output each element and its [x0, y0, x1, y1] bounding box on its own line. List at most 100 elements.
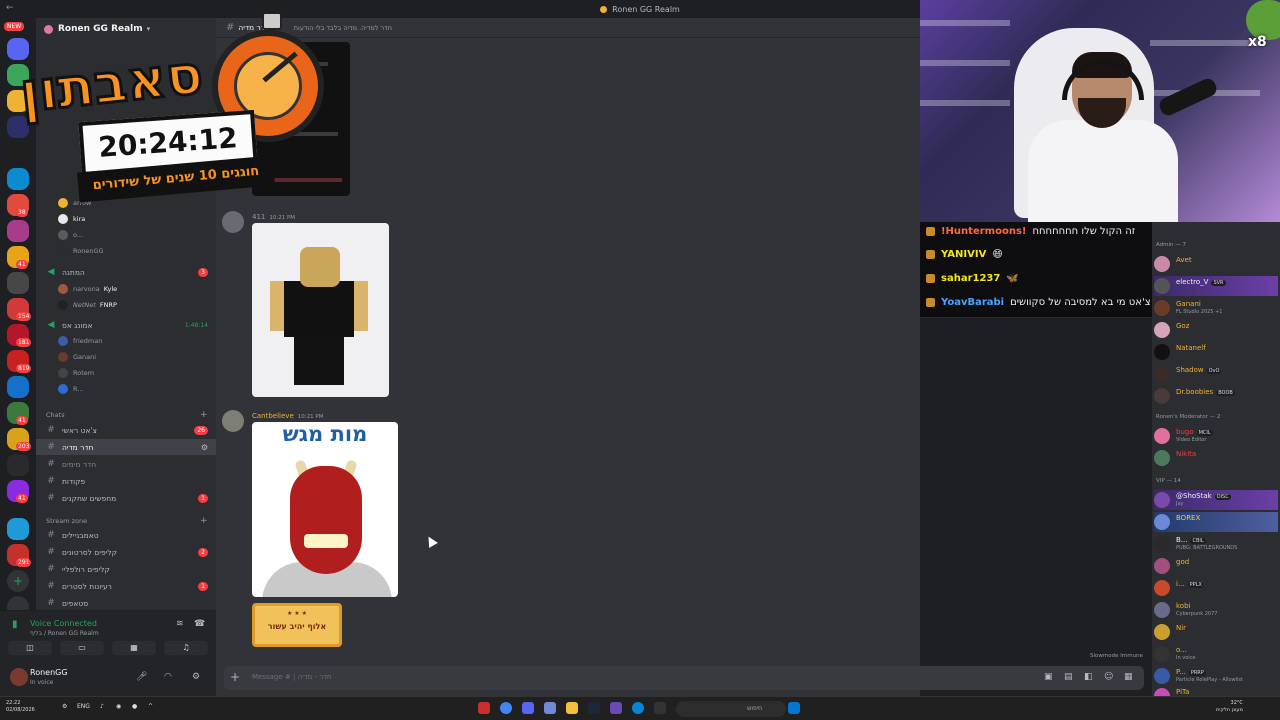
add-attachment-icon[interactable]: +: [230, 670, 240, 684]
mic-icon[interactable]: 🎤︎: [136, 672, 147, 682]
member-item[interactable]: Dr.boobies BOOB: [1154, 386, 1278, 406]
volume-icon[interactable]: ♪: [100, 703, 104, 710]
voice-user[interactable]: kira: [58, 212, 85, 226]
sticker-icon[interactable]: ◧: [1084, 672, 1093, 682]
language-indicator[interactable]: ENG: [77, 703, 90, 710]
server-icon-8[interactable]: [7, 220, 29, 242]
folder-icon[interactable]: [566, 702, 578, 714]
chrome-icon[interactable]: [500, 702, 512, 714]
weather-temp: 32°C: [1230, 700, 1243, 706]
member-item[interactable]: PiTa: [1154, 686, 1278, 696]
voice-user[interactable]: o...: [58, 228, 83, 242]
channel-item[interactable]: # מחפשים שחקנים 1: [36, 490, 216, 506]
member-item[interactable]: Avet: [1154, 254, 1278, 274]
category-chats[interactable]: Chats +: [36, 409, 208, 421]
voice-user[interactable]: narvona Kyle: [58, 282, 117, 296]
channel-item-selected[interactable]: # חדר מדיה ⚙: [36, 439, 216, 455]
avatar[interactable]: [222, 211, 244, 233]
gear-icon[interactable]: ⚙: [201, 443, 208, 452]
member-item[interactable]: Natanelf: [1154, 342, 1278, 362]
member-item[interactable]: Shadow OvO: [1154, 364, 1278, 384]
add-server-icon[interactable]: +: [7, 570, 29, 592]
member-item[interactable]: i... PPLX: [1154, 578, 1278, 598]
member-item[interactable]: @ShoStak DISC Jay: [1154, 490, 1278, 510]
card-image[interactable]: ★ ★ ★ אלוף יהיב עשור: [252, 603, 342, 647]
settings-icon[interactable]: ⚙: [62, 703, 67, 710]
app-icon[interactable]: [478, 702, 490, 714]
screen-share-button[interactable]: ▭: [60, 641, 104, 655]
add-channel-icon[interactable]: +: [200, 516, 208, 526]
voice-user[interactable]: Rotem: [58, 366, 94, 380]
member-item[interactable]: Ganani FL Studio 2025 +1: [1154, 298, 1278, 318]
app-icon[interactable]: [654, 702, 666, 714]
category-stream-zone[interactable]: Stream zone +: [36, 515, 208, 527]
channel-item[interactable]: # חדר מימים: [36, 456, 216, 472]
channel-item[interactable]: # קליפים לסרטונים 2: [36, 544, 216, 560]
channel-item[interactable]: # פקודות: [36, 473, 216, 489]
member-item[interactable]: P... PRRP Particle RolePlay - Allowlist: [1154, 666, 1278, 686]
voice-user[interactable]: friedman: [58, 334, 102, 348]
soundwave-icon[interactable]: ≋: [176, 619, 184, 629]
roblox-avatar-image[interactable]: [252, 223, 389, 397]
notification-icon[interactable]: ●: [132, 703, 137, 710]
add-channel-icon[interactable]: +: [200, 410, 208, 420]
member-item[interactable]: Goz: [1154, 320, 1278, 340]
headphones-icon[interactable]: ◠: [164, 672, 172, 682]
server-icon-10[interactable]: [7, 272, 29, 294]
channel-item[interactable]: # טאמבניילים: [36, 527, 216, 543]
member-item[interactable]: o... In voice: [1154, 644, 1278, 664]
disconnect-icon[interactable]: ☎: [194, 619, 205, 629]
camera-off-button[interactable]: ◫: [8, 641, 52, 655]
voice-status[interactable]: Voice Connected: [30, 619, 97, 628]
wifi-icon[interactable]: ◉: [116, 703, 121, 710]
channel-item[interactable]: # סטאפים: [36, 595, 216, 610]
hash-icon: #: [47, 530, 55, 540]
voice-user[interactable]: NetNet FNRP: [58, 298, 117, 312]
devil-meme-image[interactable]: מות מגש: [252, 422, 398, 597]
gift-icon[interactable]: ▣: [1044, 672, 1053, 682]
server-icon-17[interactable]: [7, 454, 29, 476]
weather-widget[interactable]: 32°C מעונן חלקית: [1216, 700, 1243, 714]
message-author[interactable]: Cantbelieve: [252, 412, 294, 420]
member-item[interactable]: Nir: [1154, 622, 1278, 642]
voice-user[interactable]: RonenGG: [58, 244, 104, 258]
voice-user[interactable]: R...: [58, 382, 83, 396]
member-item[interactable]: bugo MCIL Video Editor: [1154, 426, 1278, 446]
voice-user-name: narvona: [73, 285, 100, 293]
chevron-up-icon[interactable]: ^: [148, 703, 153, 710]
clock[interactable]: 22:22 02/08/2026: [6, 700, 35, 714]
server-icon-19[interactable]: [7, 518, 29, 540]
edge-icon[interactable]: [632, 702, 644, 714]
member-item[interactable]: electro_V SVR: [1154, 276, 1278, 296]
server-icon-14[interactable]: [7, 376, 29, 398]
voice-channel-hamtana[interactable]: ◀ המתנה 3: [36, 264, 216, 280]
settings-gear-icon[interactable]: ⚙: [192, 672, 200, 682]
member-item[interactable]: BOREX: [1154, 512, 1278, 532]
windows-start-icon[interactable]: [788, 702, 800, 714]
apps-icon[interactable]: ▦: [1124, 672, 1133, 682]
message-meta: 411 10:21 PM: [252, 213, 295, 221]
avatar[interactable]: [222, 410, 244, 432]
discord-icon[interactable]: [522, 702, 534, 714]
emoji-icon[interactable]: ☺: [1104, 672, 1113, 682]
app-icon[interactable]: [544, 702, 556, 714]
gif-icon[interactable]: ▤: [1064, 672, 1073, 682]
back-arrow-icon[interactable]: ←: [6, 3, 14, 13]
activities-button[interactable]: ▦: [112, 641, 156, 655]
channel-item[interactable]: # רעיונות לסטרים 1: [36, 578, 216, 594]
member-item[interactable]: Nikita: [1154, 448, 1278, 468]
badge-icon: [926, 274, 935, 283]
app-icon[interactable]: [610, 702, 622, 714]
voice-user[interactable]: Ganani: [58, 350, 96, 364]
avatar[interactable]: [10, 668, 28, 686]
channel-item[interactable]: # קליפים רולפליי: [36, 561, 216, 577]
member-item[interactable]: god: [1154, 556, 1278, 576]
member-item[interactable]: B... CBIL PUBG: BATTLEGROUNDS: [1154, 534, 1278, 554]
message-composer[interactable]: + Message # | חדר - מדיה ▣ ▤ ◧ ☺ ▦: [224, 666, 1144, 690]
search-box[interactable]: חיפוש: [676, 701, 786, 717]
steam-icon[interactable]: [588, 702, 600, 714]
soundboard-button[interactable]: ♫: [164, 641, 208, 655]
member-item[interactable]: kobi Cyberpunk 2077: [1154, 600, 1278, 620]
channel-item[interactable]: # צ'אט ראשי 26: [36, 422, 216, 438]
voice-channel-amonag[interactable]: ◀ אמונג אס 1:48:14: [36, 317, 216, 333]
